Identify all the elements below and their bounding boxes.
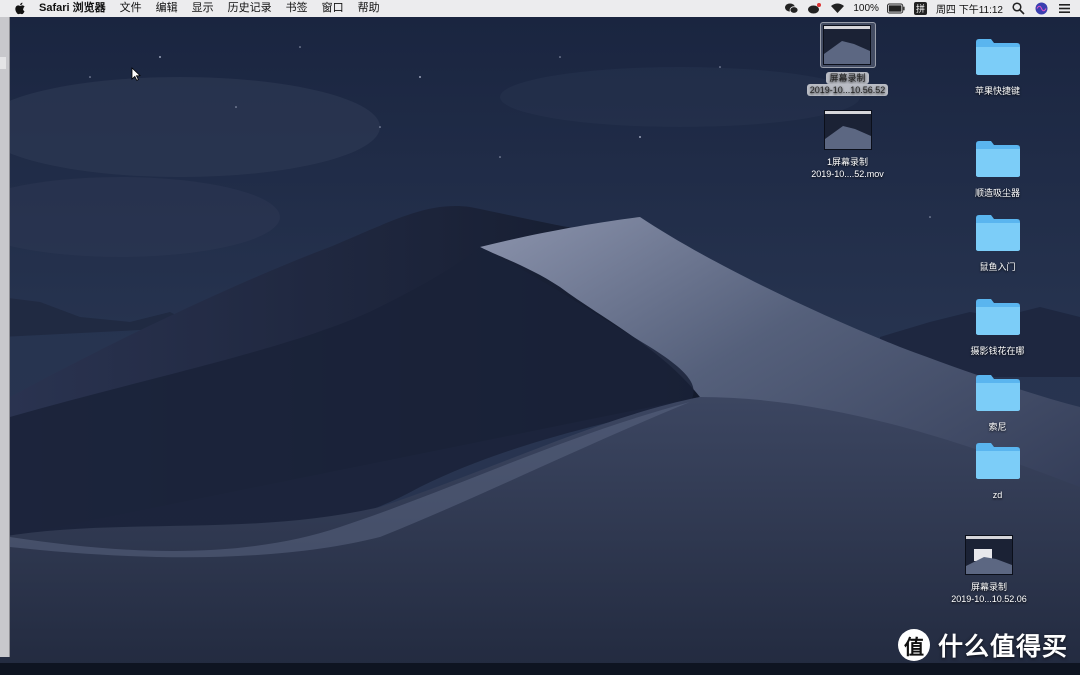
wifi-icon[interactable]	[830, 2, 845, 15]
mojave-wallpaper	[0, 17, 1080, 675]
folder-label: zd	[992, 490, 1003, 500]
notification-center-icon[interactable]	[1057, 2, 1072, 15]
window-edge-highlight	[0, 57, 6, 69]
folder-icon	[975, 215, 1020, 251]
background-window-edge[interactable]	[0, 17, 10, 657]
apple-icon[interactable]	[14, 2, 26, 15]
bottom-edge	[0, 663, 1080, 675]
folder-icon	[975, 443, 1020, 479]
menu-help[interactable]: 帮助	[351, 0, 387, 17]
clock[interactable]: 周四 下午11:12	[936, 1, 1003, 16]
folder-icon	[975, 141, 1020, 177]
video-thumbnail-icon	[965, 535, 1013, 575]
video-thumbnail-icon	[823, 110, 872, 150]
weibo-icon[interactable]	[807, 2, 822, 15]
mouse-cursor-icon	[131, 67, 141, 81]
battery-percent: 100%	[853, 3, 879, 14]
folder-icon	[975, 39, 1020, 75]
desktop-item-screen-recording-2[interactable]: 1屏幕录制 2019-10....52.mov	[800, 110, 895, 180]
folder-label: 鼠鱼入门	[979, 262, 1016, 272]
folder-icon	[975, 299, 1020, 335]
watermark-text: 什么值得买	[937, 633, 1068, 661]
file-name-label: 屏幕录制	[970, 582, 1007, 592]
siri-icon[interactable]	[1034, 2, 1049, 15]
file-date-label: 2019-10....52.mov	[811, 169, 884, 179]
desktop-item-screen-recording-1[interactable]: 屏幕录制 2019-10...10.56.52	[800, 22, 895, 96]
file-date-label: 2019-10...10.56.52	[806, 84, 889, 96]
folder-label: 顺造吸尘器	[974, 188, 1020, 198]
menu-edit[interactable]: 编辑	[149, 0, 185, 17]
menu-history[interactable]: 历史记录	[221, 0, 279, 17]
folder-icon	[975, 375, 1020, 411]
menu-view[interactable]: 显示	[185, 0, 221, 17]
search-icon[interactable]	[1011, 2, 1026, 15]
desktop-folder-fish[interactable]: 鼠鱼入门	[950, 212, 1045, 273]
folder-label: 摄影钱花在哪	[970, 346, 1025, 356]
desktop-folder-vacuum[interactable]: 顺造吸尘器	[950, 138, 1045, 199]
folder-label: 索尼	[988, 422, 1007, 432]
file-name-label: 1屏幕录制	[826, 157, 868, 167]
menu-file[interactable]: 文件	[113, 0, 149, 17]
svg-text:拼: 拼	[916, 3, 925, 15]
menu-bar: Safari 浏览器 文件 编辑 显示 历史记录 书签 窗口 帮助 100% 拼…	[0, 0, 1080, 17]
video-thumbnail-icon	[822, 25, 871, 65]
file-date-label: 2019-10...10.52.06	[951, 594, 1027, 604]
desktop-folder-sony[interactable]: 索尼	[950, 372, 1045, 433]
selection-highlight	[819, 22, 876, 68]
watermark-logo: 值 什么值得买	[897, 627, 1068, 663]
battery-icon[interactable]	[886, 2, 905, 15]
desktop-folder-zd[interactable]: zd	[950, 440, 1045, 501]
desktop[interactable]	[0, 17, 1080, 675]
input-method-icon[interactable]: 拼	[913, 2, 928, 15]
desktop-folder-apple-shortcuts[interactable]: 苹果快捷键	[950, 36, 1045, 97]
desktop-item-screen-recording-3[interactable]: 屏幕录制 2019-10...10.52.06	[940, 535, 1038, 605]
menu-window[interactable]: 窗口	[315, 0, 351, 17]
folder-label: 苹果快捷键	[974, 86, 1020, 96]
menu-app-name[interactable]: Safari 浏览器	[32, 0, 113, 17]
menu-bookmarks[interactable]: 书签	[279, 0, 315, 17]
file-name-label: 屏幕录制	[826, 72, 869, 84]
watermark-badge-icon: 值	[897, 629, 930, 661]
wechat-icon[interactable]	[784, 2, 799, 15]
desktop-folder-photography[interactable]: 摄影钱花在哪	[950, 296, 1045, 357]
